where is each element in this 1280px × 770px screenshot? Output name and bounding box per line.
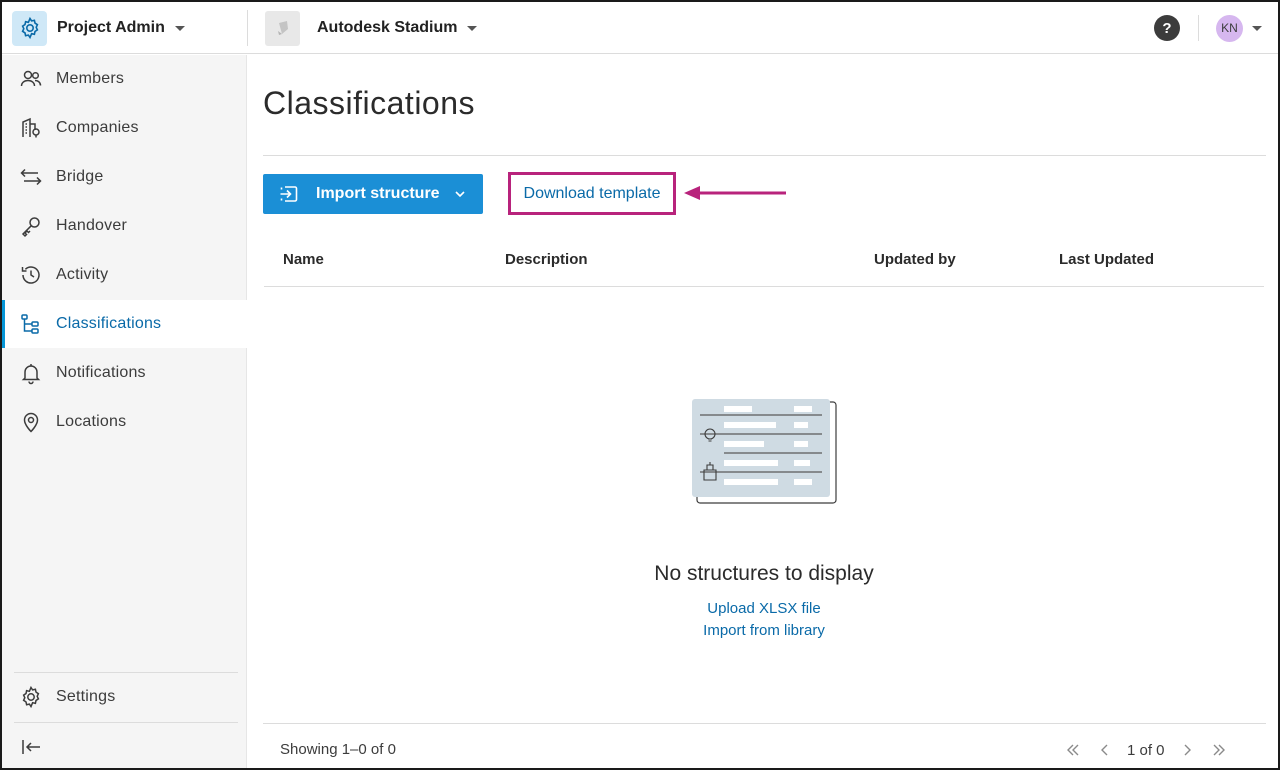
handover-icon bbox=[21, 217, 40, 238]
upload-xlsx-row: Upload XLSX file bbox=[248, 600, 1278, 617]
sidebar-item-label: Settings bbox=[56, 688, 116, 705]
collapse-sidebar-icon bbox=[22, 740, 40, 754]
sidebar-item-label: Companies bbox=[56, 119, 139, 136]
app-switcher[interactable]: Project Admin bbox=[12, 10, 185, 46]
pagination: 1 of 0 bbox=[1063, 738, 1229, 762]
sidebar: Members Companies Bridge Handover Activi… bbox=[2, 55, 247, 768]
companies-icon bbox=[22, 117, 40, 138]
sidebar-item-companies[interactable]: Companies bbox=[2, 104, 247, 152]
import-from-library-link[interactable]: Import from library bbox=[703, 622, 825, 639]
download-template-link[interactable]: Download template bbox=[524, 185, 661, 203]
project-switcher[interactable]: Autodesk Stadium bbox=[265, 10, 478, 46]
sidebar-item-activity[interactable]: Activity bbox=[2, 251, 247, 299]
sidebar-item-bridge[interactable]: Bridge bbox=[2, 153, 247, 201]
sidebar-item-settings[interactable]: Settings bbox=[2, 673, 247, 721]
sidebar-item-label: Notifications bbox=[56, 364, 146, 381]
next-page-button[interactable] bbox=[1177, 740, 1197, 760]
column-header-name[interactable]: Name bbox=[283, 251, 324, 268]
showing-count: Showing 1–0 of 0 bbox=[280, 741, 396, 758]
chevron-down-icon bbox=[455, 191, 465, 198]
import-from-library-row: Import from library bbox=[248, 622, 1278, 639]
empty-state-title: No structures to display bbox=[654, 562, 874, 585]
chevron-down-icon bbox=[467, 25, 478, 31]
divider bbox=[247, 10, 248, 46]
activity-icon bbox=[21, 266, 40, 284]
avatar: KN bbox=[1216, 14, 1243, 42]
pointer-arrow-icon bbox=[684, 186, 786, 200]
main-content: Classifications Import structure Downloa… bbox=[248, 55, 1278, 768]
sidebar-item-notifications[interactable]: Notifications bbox=[2, 349, 247, 397]
app-name: Project Admin bbox=[57, 19, 165, 36]
help-button[interactable]: ? bbox=[1154, 15, 1180, 41]
empty-structure-illustration bbox=[692, 399, 837, 504]
sidebar-item-classifications[interactable]: Classifications bbox=[2, 300, 247, 348]
members-icon bbox=[20, 70, 42, 87]
table-header: Name Description Updated by Last Updated bbox=[264, 235, 1264, 287]
column-header-updated-by[interactable]: Updated by bbox=[874, 251, 956, 268]
page-title: Classifications bbox=[263, 85, 476, 121]
import-structure-label: Import structure bbox=[316, 185, 440, 202]
classifications-icon bbox=[21, 314, 39, 334]
collapse-sidebar-button[interactable] bbox=[2, 723, 247, 768]
double-chevron-right-icon bbox=[1213, 744, 1225, 756]
chevron-left-icon bbox=[1101, 744, 1108, 756]
divider bbox=[1198, 15, 1199, 41]
sidebar-item-members[interactable]: Members bbox=[2, 55, 247, 103]
import-icon bbox=[280, 186, 298, 202]
divider bbox=[263, 723, 1266, 724]
double-chevron-left-icon bbox=[1067, 744, 1079, 756]
gear-icon bbox=[22, 685, 40, 709]
project-name: Autodesk Stadium bbox=[317, 19, 458, 36]
column-header-last-updated[interactable]: Last Updated bbox=[1059, 251, 1154, 268]
last-page-button[interactable] bbox=[1209, 740, 1229, 760]
app-window: Project Admin Autodesk Stadium ? KN Memb… bbox=[0, 0, 1280, 770]
import-structure-button[interactable]: Import structure bbox=[263, 174, 483, 214]
sidebar-item-handover[interactable]: Handover bbox=[2, 202, 247, 250]
user-menu[interactable]: KN bbox=[1216, 14, 1262, 42]
first-page-button[interactable] bbox=[1063, 740, 1083, 760]
location-pin-icon bbox=[23, 412, 39, 433]
upload-xlsx-link[interactable]: Upload XLSX file bbox=[707, 600, 820, 617]
sidebar-item-label: Members bbox=[56, 70, 125, 87]
chevron-right-icon bbox=[1184, 744, 1191, 756]
column-header-description[interactable]: Description bbox=[505, 251, 588, 268]
sidebar-item-label: Activity bbox=[56, 266, 109, 283]
sidebar-item-label: Classifications bbox=[56, 315, 162, 332]
sidebar-item-locations[interactable]: Locations bbox=[2, 398, 247, 446]
sidebar-item-label: Locations bbox=[56, 413, 127, 430]
previous-page-button[interactable] bbox=[1095, 740, 1115, 760]
top-bar: Project Admin Autodesk Stadium ? KN bbox=[2, 2, 1278, 54]
project-thumbnail-icon bbox=[265, 10, 300, 46]
download-template-highlight: Download template bbox=[508, 172, 676, 215]
bridge-icon bbox=[20, 168, 42, 186]
sidebar-item-label: Bridge bbox=[56, 168, 104, 185]
page-indicator: 1 of 0 bbox=[1127, 741, 1165, 759]
bell-icon bbox=[21, 364, 41, 385]
chevron-down-icon bbox=[174, 25, 185, 31]
divider bbox=[263, 155, 1266, 156]
chevron-down-icon bbox=[1252, 25, 1262, 31]
sidebar-item-label: Handover bbox=[56, 217, 127, 234]
gear-icon bbox=[12, 10, 47, 46]
